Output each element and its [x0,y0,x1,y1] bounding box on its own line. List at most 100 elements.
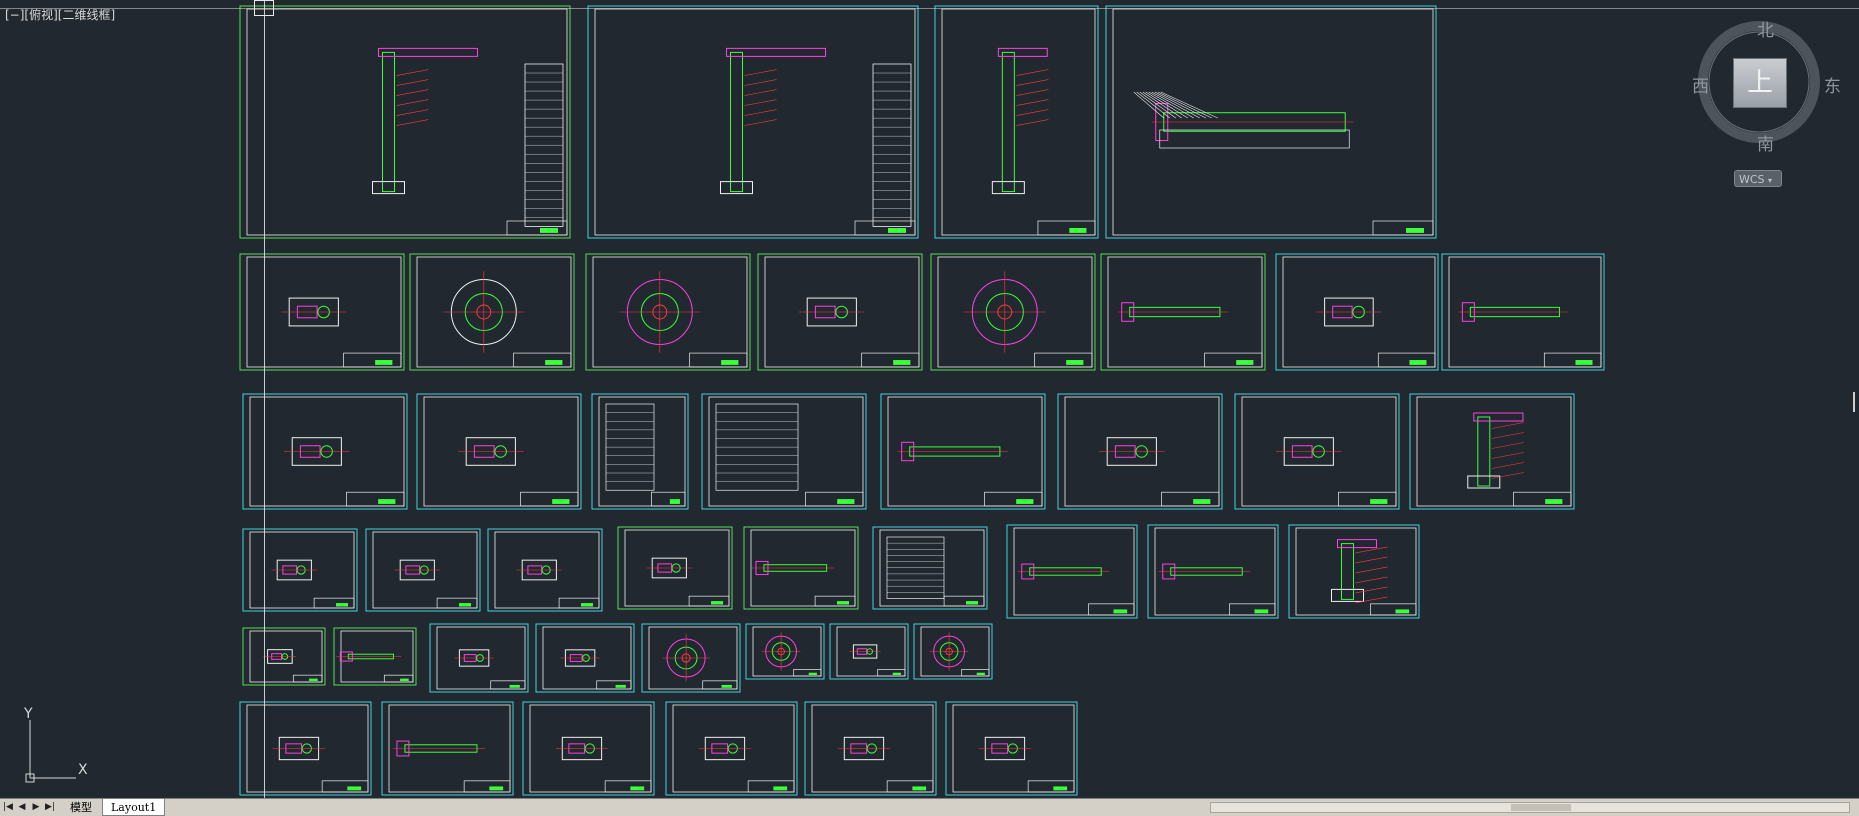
crosshair-vertical [264,0,265,798]
title-block-mark [378,499,396,504]
title-block-mark [1395,609,1410,614]
title-block [861,352,920,368]
title-block-mark [1545,499,1563,504]
sheet-inner-frame [598,396,686,507]
leader-line [1491,442,1524,449]
wcs-label: WCS [1739,173,1765,186]
title-block [513,352,572,368]
ucs-y-label: Y [24,706,33,722]
sheet-inner-frame [708,396,864,507]
leader-line [1491,452,1524,459]
dimension-box [1159,129,1350,149]
column-body [730,51,743,193]
sheet-inner-frame [594,8,916,236]
leader-line [1016,89,1049,96]
leader-line [1355,596,1388,604]
sheet-outer-frame [587,5,919,239]
title-block-mark [1069,228,1087,233]
title-block-mark [540,228,558,233]
drawing-sheets[interactable] [0,0,1859,798]
wcs-dropdown[interactable]: WCS ▾ [1734,170,1782,187]
next-tab-button[interactable]: ▶ [30,801,42,814]
previous-tab-button[interactable]: ◀ [16,801,28,814]
leader-line [396,119,429,126]
title-block-mark [912,786,927,791]
title-block-mark [1575,360,1593,365]
column-body [382,51,395,193]
viewcube-top-face[interactable]: 上 [1733,58,1787,108]
title-block-mark [1193,499,1211,504]
horizontal-scrollbar[interactable] [1210,802,1850,813]
title-block-mark [773,786,788,791]
chevron-down-icon: ▾ [1768,176,1773,185]
leader-line [396,99,429,106]
title-block-mark [1053,786,1068,791]
title-block-mark [1066,360,1084,365]
leader-line [1355,556,1388,564]
vertical-scroll-marker[interactable] [1853,392,1855,412]
leader-line [1491,422,1524,429]
compass-north[interactable]: 北 [1757,16,1774,41]
ucs-icon: Y X [12,706,102,786]
leader-line [744,79,777,86]
compass-east[interactable]: 东 [1824,72,1841,97]
crosshair-horizontal [0,8,1859,9]
compass-south[interactable]: 南 [1757,130,1774,155]
title-block-mark [976,672,985,676]
title-block [688,595,730,607]
leader-line [744,109,777,116]
leader-line [1491,432,1524,439]
title-block-mark [1113,609,1128,614]
title-block [292,674,323,683]
title-block-mark [509,684,520,688]
leader-line [1355,566,1388,574]
title-block-mark [892,672,901,676]
title-block-mark [669,499,680,504]
leader-line [1016,119,1049,126]
title-block-mark [581,603,594,607]
horizontal-scroll-thumb[interactable] [1511,804,1571,811]
ucs-x-label: X [78,762,88,778]
last-tab-button[interactable]: ▶| [44,801,56,814]
title-block-mark [336,603,349,607]
column-body [1341,543,1354,600]
tab-model[interactable]: 模型 [62,799,100,816]
leader-line [396,109,429,116]
title-block-mark [615,684,626,688]
sheet-inner-frame [879,529,985,607]
title-block [383,674,414,683]
title-block-mark [347,786,362,791]
sheet-outer-frame [934,5,1099,239]
title-block-mark [837,499,855,504]
drawing-viewport[interactable]: [−][俯视][二维线框] 北 南 西 东 上 WCS ▾ Y X [0,0,1859,798]
title-block-mark [966,601,979,605]
leader-line [1157,91,1212,119]
title-block [805,491,864,507]
title-block-mark [808,672,817,676]
viewcube[interactable]: 北 南 西 东 上 WCS ▾ [1688,12,1848,190]
first-tab-button[interactable]: |◀ [2,801,14,814]
title-block-mark [1406,228,1424,233]
sheet-outer-frame [591,393,689,510]
title-block-mark [1409,360,1427,365]
leader-line [1016,109,1049,116]
title-block-mark [721,360,739,365]
tab-layout1[interactable]: Layout1 [102,799,166,816]
leader-line [1355,576,1388,584]
title-block-mark [545,360,563,365]
leader-line [1016,99,1049,106]
title-block-mark [1254,609,1269,614]
title-block-mark [1370,499,1388,504]
compass-west[interactable]: 西 [1692,72,1709,97]
leader-line [1016,69,1049,76]
leader-line [1139,91,1176,119]
title-block-mark [400,678,409,681]
sheet-outer-frame [872,526,988,610]
leader-line [1016,79,1049,86]
sheet-inner-frame [246,8,568,236]
layout-tab-bar: |◀ ◀ ▶ ▶| 模型 Layout1 [0,798,1859,816]
title-block [689,352,748,368]
leader-line [396,89,429,96]
title-block-mark [888,228,906,233]
leader-line [744,69,777,76]
